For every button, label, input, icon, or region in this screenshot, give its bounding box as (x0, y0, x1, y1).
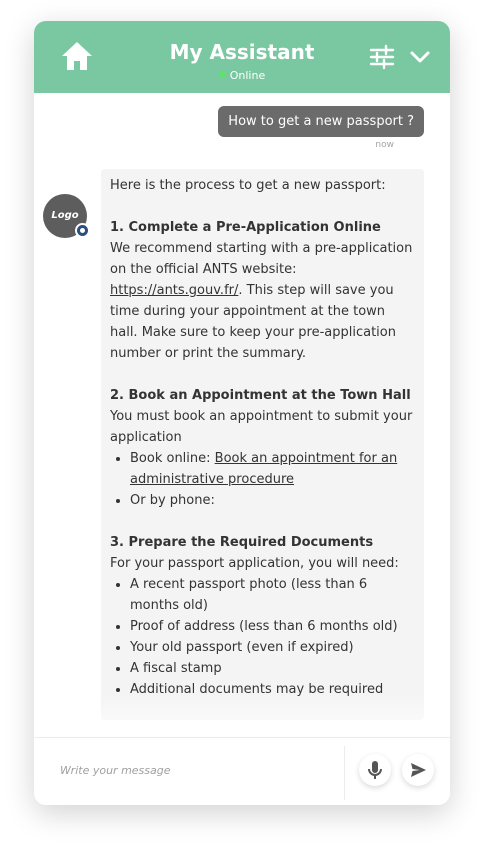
ants-link[interactable]: https://ants.gouv.fr/ (110, 283, 238, 298)
send-icon (411, 763, 426, 777)
microphone-button[interactable] (359, 754, 391, 786)
status-dot (218, 71, 226, 78)
step-3-text: For your passport application, you will … (110, 556, 399, 571)
bot-intro: Here is the process to get a new passpor… (110, 178, 386, 193)
user-message: How to get a new passport ? (218, 106, 424, 137)
chat-widget: My Assistant Online How to get a new pas… (34, 21, 450, 805)
bot-badge-icon (75, 223, 90, 238)
chat-header: My Assistant Online (34, 21, 450, 93)
step-3-title: 3. Prepare the Required Documents (110, 535, 374, 550)
message-input[interactable]: Write your message (60, 764, 171, 777)
list-item: A fiscal stamp (130, 658, 415, 679)
step-1-text: We recommend starting with a pre-applica… (110, 241, 413, 361)
settings-sliders-icon[interactable] (368, 43, 396, 71)
microphone-icon (368, 761, 382, 779)
scroll-fade (34, 693, 450, 737)
list-item: Or by phone: (130, 490, 415, 511)
list-item: A recent passport photo (less than 6 mon… (130, 574, 415, 616)
composer-divider (344, 746, 345, 800)
documents-list: A recent passport photo (less than 6 mon… (110, 574, 415, 700)
composer: Write your message (34, 737, 450, 805)
step-2-title: 2. Book an Appointment at the Town Hall (110, 388, 411, 403)
bot-message: Here is the process to get a new passpor… (101, 169, 424, 720)
send-button[interactable] (402, 754, 434, 786)
list-item: Book online: Book an appointment for an … (130, 448, 415, 490)
step-2-text: You must book an appointment to submit y… (110, 409, 413, 445)
message-timestamp: now (375, 140, 394, 150)
status-label: Online (229, 69, 266, 82)
list-item: Your old passport (even if expired) (130, 637, 415, 658)
step-1-title: 1. Complete a Pre-Application Online (110, 220, 381, 235)
step-2-list: Book online: Book an appointment for an … (110, 448, 415, 511)
message-list[interactable]: How to get a new passport ? now Logo Her… (34, 93, 450, 737)
list-item: Proof of address (less than 6 months old… (130, 616, 415, 637)
chevron-down-icon[interactable] (406, 43, 434, 71)
